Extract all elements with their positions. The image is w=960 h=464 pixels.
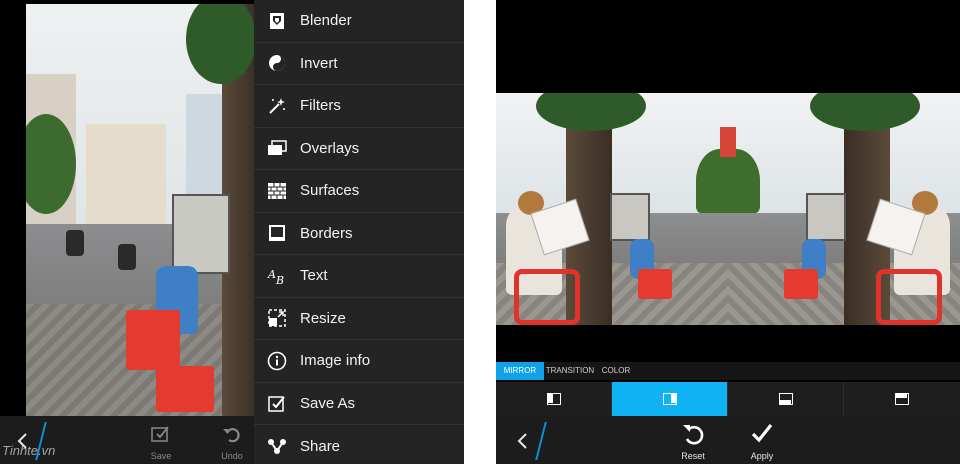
toolbar-divider	[535, 422, 547, 460]
photo-truck	[806, 193, 846, 241]
mirror-mode-bar	[496, 382, 960, 416]
menu-item-label: Text	[300, 267, 328, 285]
photo-sign	[720, 127, 728, 157]
mirrored-photo-preview	[496, 93, 960, 325]
menu-item-blender[interactable]: Blender	[254, 0, 464, 43]
photo-stool	[784, 269, 818, 299]
menu-item-surfaces[interactable]: Surfaces	[254, 170, 464, 213]
save-button[interactable]: Save	[141, 424, 181, 462]
left-phone-screen: Blender Invert Filters Overlays Surfaces…	[0, 0, 464, 464]
photo-motorbike	[66, 230, 84, 256]
menu-item-resize[interactable]: Resize	[254, 298, 464, 340]
photo-motorbike	[118, 244, 136, 270]
tab-color[interactable]: COLOR	[598, 362, 634, 380]
mirror-left-button[interactable]	[496, 382, 612, 416]
brick-surface-icon	[266, 180, 288, 202]
menu-item-label: Borders	[300, 224, 353, 242]
menu-item-filters[interactable]: Filters	[254, 85, 464, 128]
reset-icon	[681, 425, 705, 450]
effect-tabs: MIRROR TRANSITION COLOR	[496, 362, 960, 380]
svg-text:B: B	[275, 274, 284, 286]
menu-item-label: Share	[300, 437, 341, 455]
mirror-bottom-icon	[895, 393, 909, 405]
menu-item-overlays[interactable]: Overlays	[254, 128, 464, 170]
menu-item-label: Invert	[300, 54, 338, 72]
photo-chair	[876, 269, 942, 325]
undo-icon	[221, 428, 243, 448]
mirror-left-icon	[546, 393, 561, 405]
left-bottom-toolbar: Tinhte.vn Save Undo	[0, 416, 254, 464]
undo-label: Undo	[221, 451, 243, 461]
reset-button[interactable]: Reset	[673, 422, 713, 464]
watermark: Tinhte.vn	[2, 443, 56, 458]
photo-truck	[172, 194, 230, 274]
mirror-top-button[interactable]	[728, 382, 844, 416]
photo-right-half	[728, 93, 960, 325]
menu-item-image-info[interactable]: Image info	[254, 340, 464, 383]
photo-left-half	[496, 93, 728, 325]
reset-label: Reset	[681, 451, 705, 461]
magic-wand-icon	[266, 95, 288, 117]
photo-truck	[610, 193, 650, 241]
resize-icon	[266, 307, 288, 329]
photo-sign	[728, 127, 736, 157]
apply-button[interactable]: Apply	[742, 422, 782, 464]
menu-item-label: Surfaces	[300, 182, 360, 200]
photo-building	[86, 124, 166, 224]
overlays-icon	[266, 137, 288, 159]
text-ab-icon: AB	[266, 265, 288, 287]
menu-item-borders[interactable]: Borders	[254, 213, 464, 255]
photo-chair	[514, 269, 580, 325]
menu-item-invert[interactable]: Invert	[254, 43, 464, 85]
menu-item-label: Image info	[300, 352, 371, 370]
checkmark-icon	[750, 424, 774, 450]
invert-icon	[266, 52, 288, 74]
mirror-right-icon	[662, 393, 677, 405]
menu-item-label: Blender	[300, 12, 352, 30]
mirror-right-button[interactable]	[612, 382, 728, 416]
share-icon	[266, 435, 288, 457]
info-icon	[266, 350, 288, 372]
menu-item-label: Resize	[300, 309, 346, 327]
save-label: Save	[150, 451, 172, 461]
photo-preview	[26, 4, 254, 416]
back-chevron-icon[interactable]	[512, 430, 534, 452]
menu-item-text[interactable]: AB Text	[254, 255, 464, 298]
edit-menu: Blender Invert Filters Overlays Surfaces…	[254, 0, 464, 464]
undo-button[interactable]: Undo	[212, 424, 252, 462]
border-frame-icon	[266, 222, 288, 244]
tab-transition[interactable]: TRANSITION	[544, 362, 596, 380]
save-icon	[150, 426, 172, 448]
tab-mirror[interactable]: MIRROR	[496, 362, 544, 380]
photo-stool	[638, 269, 672, 299]
mirror-bottom-button[interactable]	[844, 382, 960, 416]
photo-stool	[156, 366, 214, 412]
blender-icon	[266, 10, 288, 32]
svg-text:A: A	[267, 268, 276, 281]
right-bottom-toolbar: Reset Apply	[496, 416, 960, 464]
menu-item-save-as[interactable]: Save As	[254, 383, 464, 425]
menu-item-label: Filters	[300, 97, 341, 115]
mirror-top-icon	[778, 393, 793, 405]
right-phone-screen: MIRROR TRANSITION COLOR Reset Apply	[496, 0, 960, 464]
photo-stool	[126, 310, 180, 370]
apply-label: Apply	[750, 451, 774, 461]
menu-item-share[interactable]: Share	[254, 425, 464, 464]
menu-item-label: Save As	[300, 394, 356, 412]
save-as-icon	[266, 392, 288, 414]
menu-item-label: Overlays	[300, 139, 360, 157]
